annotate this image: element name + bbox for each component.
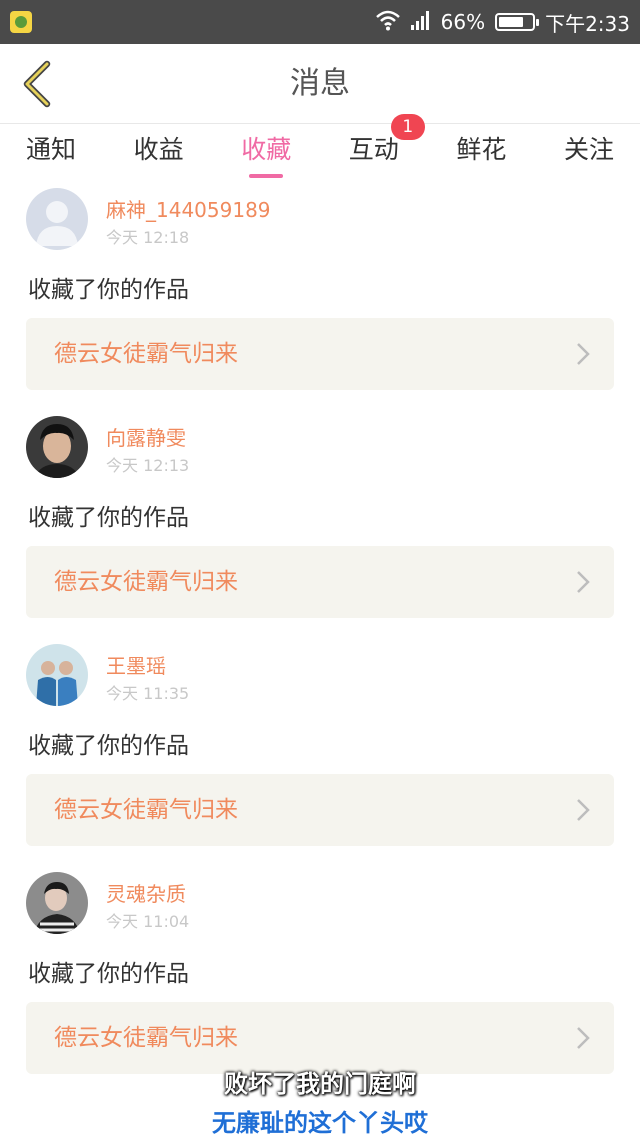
- username[interactable]: 王墨瑶: [106, 650, 166, 679]
- list-item: 灵魂杂质 今天 11:04 收藏了你的作品 德云女徒霸气归来: [0, 864, 640, 1092]
- timestamp: 今天 11:04: [106, 912, 190, 931]
- photo-avatar-icon: [26, 872, 88, 934]
- avatar[interactable]: [26, 872, 88, 934]
- work-title: 德云女徒霸气归来: [54, 341, 238, 367]
- username[interactable]: 灵魂杂质: [106, 878, 186, 907]
- signal-icon: [410, 9, 431, 36]
- nav-bar: 消息: [0, 44, 640, 124]
- action-text: 收藏了你的作品: [28, 961, 189, 987]
- tab-flowers[interactable]: 鲜花: [456, 124, 506, 180]
- battery-percent: 66%: [440, 10, 486, 34]
- unread-badge: 1: [390, 114, 425, 140]
- timestamp: 今天 11:35: [106, 684, 190, 703]
- status-bar: 66% 下午2:33: [0, 0, 640, 44]
- avatar[interactable]: [26, 644, 88, 706]
- chevron-right-icon: [577, 571, 590, 593]
- action-text: 收藏了你的作品: [28, 733, 189, 759]
- chevron-right-icon: [577, 1027, 590, 1049]
- default-avatar-icon: [26, 188, 88, 250]
- list-item: 麻神_144059189 今天 12:18 收藏了你的作品 德云女徒霸气归来: [0, 180, 640, 408]
- work-title: 德云女徒霸气归来: [54, 797, 238, 823]
- list-item: 王墨瑶 今天 11:35 收藏了你的作品 德云女徒霸气归来: [0, 636, 640, 864]
- video-subtitle-line-2: 无廉耻的这个丫头哎: [212, 1109, 428, 1137]
- username[interactable]: 向露静雯: [106, 422, 186, 451]
- photo-avatar-icon: [26, 644, 88, 706]
- tab-bar: 通知 收益 收藏 互动 1 鲜花 关注: [0, 114, 640, 180]
- tab-following[interactable]: 关注: [564, 124, 614, 180]
- tab-earnings[interactable]: 收益: [134, 124, 184, 180]
- app-icon: [10, 11, 32, 33]
- back-button[interactable]: [12, 56, 62, 112]
- chevron-right-icon: [577, 799, 590, 821]
- timestamp: 今天 12:13: [106, 456, 190, 475]
- username[interactable]: 麻神_144059189: [106, 194, 271, 223]
- avatar[interactable]: [26, 188, 88, 250]
- work-link[interactable]: 德云女徒霸气归来: [26, 774, 614, 846]
- chevron-left-icon: [23, 60, 51, 108]
- list-item: 向露静雯 今天 12:13 收藏了你的作品 德云女徒霸气归来: [0, 408, 640, 636]
- action-text: 收藏了你的作品: [28, 277, 189, 303]
- battery-icon: [495, 13, 540, 31]
- timestamp: 今天 12:18: [106, 228, 190, 247]
- tab-favorites[interactable]: 收藏: [241, 124, 291, 180]
- work-link[interactable]: 德云女徒霸气归来: [26, 546, 614, 618]
- tab-interactions-label: 互动: [348, 135, 399, 164]
- page-title: 消息: [290, 66, 350, 101]
- status-right: 66% 下午2:33: [375, 0, 630, 44]
- tab-interactions[interactable]: 互动 1: [348, 114, 425, 180]
- chevron-right-icon: [577, 343, 590, 365]
- work-title: 德云女徒霸气归来: [54, 569, 238, 595]
- video-subtitle-line-1: 败坏了我的门庭啊: [224, 1070, 416, 1098]
- clock: 下午2:33: [545, 11, 630, 36]
- wifi-icon: [375, 9, 401, 36]
- favorites-feed: 麻神_144059189 今天 12:18 收藏了你的作品 德云女徒霸气归来 向…: [0, 180, 640, 1092]
- action-text: 收藏了你的作品: [28, 505, 189, 531]
- tab-notifications[interactable]: 通知: [26, 124, 76, 180]
- work-link[interactable]: 德云女徒霸气归来: [26, 318, 614, 390]
- photo-avatar-icon: [26, 416, 88, 478]
- avatar[interactable]: [26, 416, 88, 478]
